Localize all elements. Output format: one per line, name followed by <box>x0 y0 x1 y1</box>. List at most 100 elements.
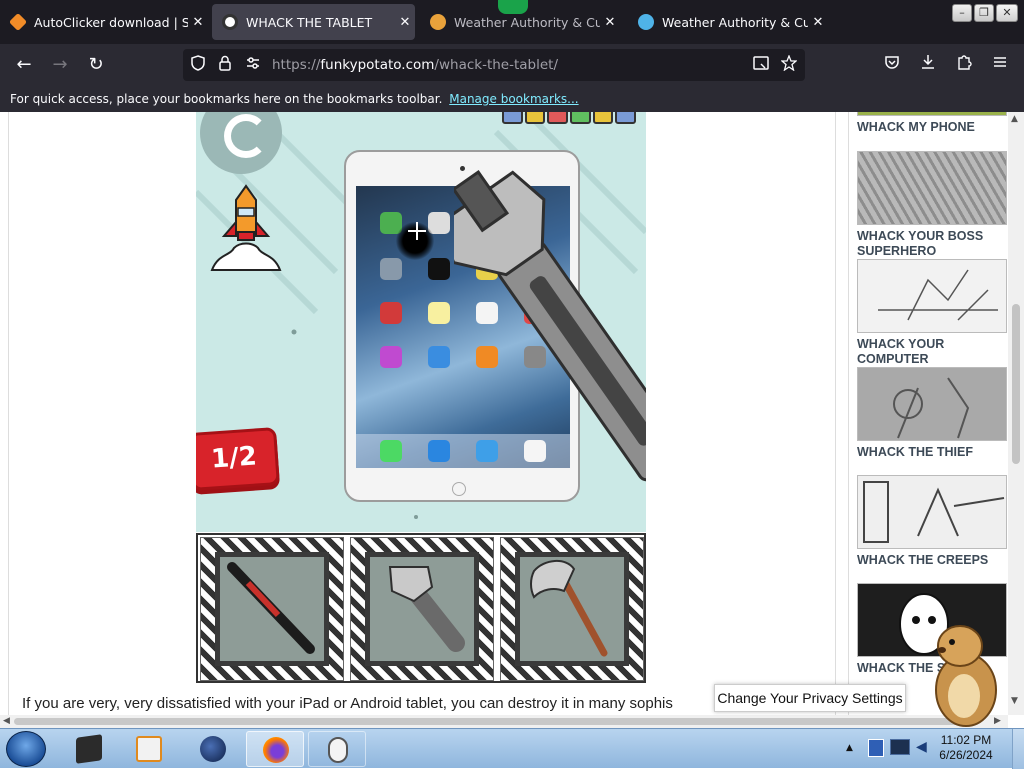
scroll-up-arrow-icon[interactable]: ▲ <box>1011 114 1018 124</box>
sidebar-item-whack-your-computer[interactable]: WHACK YOUR COMPUTER <box>857 259 1007 367</box>
close-tab-icon[interactable]: ✕ <box>808 15 828 30</box>
scroll-down-arrow-icon[interactable]: ▼ <box>1011 696 1018 706</box>
axe-icon <box>530 560 608 657</box>
network-icon[interactable] <box>890 739 910 755</box>
url-domain: funkypotato.com <box>320 57 435 73</box>
reader-view-icon[interactable] <box>753 55 769 75</box>
rocket-icon <box>210 184 282 271</box>
wrench-tool-cursor-icon <box>454 170 646 482</box>
game-thumbnail <box>857 367 1007 441</box>
tool-baseball-bat[interactable] <box>200 537 344 681</box>
show-desktop-button[interactable] <box>1012 729 1024 769</box>
tab-drag-indicator-icon <box>498 0 528 14</box>
globe-icon <box>200 736 226 762</box>
content-divider <box>8 112 9 715</box>
window-controls: – ❐ ✕ <box>952 4 1018 22</box>
firefox-icon <box>263 737 289 763</box>
back-button[interactable]: ← <box>10 52 38 78</box>
thumbnail-sketch <box>878 269 998 321</box>
horizontal-scroll-thumb[interactable] <box>14 718 974 725</box>
close-tab-icon[interactable]: ✕ <box>395 15 415 30</box>
bookmark-star-icon[interactable] <box>780 54 798 75</box>
thumbnail-sketch <box>863 481 1005 543</box>
maximize-button[interactable]: ❐ <box>974 4 994 22</box>
sidebar-item-label: WHACK MY PHONE <box>857 120 975 134</box>
downloads-icon[interactable] <box>914 52 942 78</box>
sourceforge-favicon-icon <box>8 12 28 32</box>
reload-button[interactable]: ↻ <box>82 52 110 78</box>
app-icon <box>428 346 450 368</box>
tool-wrench[interactable] <box>350 537 494 681</box>
menu-icon[interactable] <box>986 52 1014 78</box>
taskbar-app-firefox[interactable] <box>246 731 304 767</box>
app-icon <box>380 346 402 368</box>
start-button[interactable] <box>6 731 46 767</box>
game-thumbnail <box>857 259 1007 333</box>
mouse-icon <box>328 737 348 763</box>
app-icon <box>428 302 450 324</box>
game-thumbnail <box>857 112 1007 116</box>
sidebar-item-whack-your-boss-superhero[interactable]: WHACK YOUR BOSS SUPERHERO <box>857 151 1007 259</box>
article-paragraph: If you are very, very dissatisfied with … <box>22 695 673 712</box>
game-logo <box>502 112 637 124</box>
clock-date: 6/26/2024 <box>939 748 993 762</box>
thumbnail-sketch <box>893 377 970 439</box>
privacy-settings-button[interactable]: Change Your Privacy Settings <box>714 684 906 712</box>
close-tab-icon[interactable]: ✕ <box>600 15 620 30</box>
vertical-scroll-thumb[interactable] <box>1012 304 1020 464</box>
crosshair-cursor <box>408 222 426 240</box>
sidebar-item-whack-the-thief[interactable]: WHACK THE THIEF <box>857 367 1007 460</box>
minimize-button[interactable]: – <box>952 4 972 22</box>
taskbar-app-media-center[interactable] <box>60 731 118 767</box>
close-tab-icon[interactable]: ✕ <box>188 15 208 30</box>
forward-button[interactable]: → <box>46 52 74 78</box>
media-player-icon <box>136 736 162 762</box>
tool-axe[interactable] <box>500 537 644 681</box>
extensions-icon[interactable] <box>950 52 978 78</box>
url-bar[interactable]: https://funkypotato.com/whack-the-tablet… <box>183 49 805 81</box>
sidebar-item-whack-the-creeps[interactable]: WHACK THE CREEPS <box>857 475 1007 568</box>
funkypotato-favicon-icon <box>222 14 238 30</box>
taskbar-app-globe[interactable] <box>184 731 242 767</box>
tab-weather-2[interactable]: Weather Authority & Custom ✕ <box>628 4 828 40</box>
scroll-left-arrow-icon[interactable]: ◀ <box>3 716 10 726</box>
game-canvas[interactable]: 1/2 <box>196 112 646 532</box>
hamster-mascot-icon <box>935 625 997 727</box>
tab-title: WHACK THE TABLET <box>246 14 373 30</box>
sidebar-item-label: WHACK THE CREEPS <box>857 553 989 567</box>
app-icon <box>380 440 402 462</box>
media-center-icon <box>76 734 102 764</box>
show-hidden-icons-icon[interactable]: ▲ <box>846 743 853 753</box>
wrench-icon <box>388 566 465 652</box>
tab-title: Weather Authority & Custom <box>454 14 600 30</box>
close-window-button[interactable]: ✕ <box>996 4 1018 22</box>
manage-bookmarks-link[interactable]: Manage bookmarks... <box>449 92 578 106</box>
vertical-scrollbar[interactable]: ▲ ▼ <box>1008 112 1024 715</box>
tab-whack-the-tablet[interactable]: WHACK THE TABLET ✕ <box>212 4 415 40</box>
windows-taskbar: ▲ ◀ 11:02 PM 6/26/2024 <box>0 728 1024 769</box>
content-divider <box>848 112 849 715</box>
clock-time: 11:02 PM <box>940 733 992 747</box>
weather-favicon-icon <box>430 14 446 30</box>
sidebar-item-label: WHACK YOUR COMPUTER <box>857 337 945 366</box>
pocket-icon[interactable] <box>878 52 906 78</box>
horizontal-scrollbar[interactable]: ◀ ▶ <box>0 715 1008 728</box>
game-thumbnail <box>857 475 1007 549</box>
taskbar-app-media-player[interactable] <box>120 731 178 767</box>
action-center-flag-icon[interactable] <box>868 739 884 757</box>
tab-title: Weather Authority & Custom <box>662 14 808 30</box>
shield-icon[interactable] <box>191 55 205 75</box>
sidebar-item-label: WHACK THE THIEF <box>857 445 973 459</box>
game-thumbnail <box>857 151 1007 225</box>
url-text[interactable]: https://funkypotato.com/whack-the-tablet… <box>272 57 558 73</box>
site-permissions-icon[interactable] <box>245 55 261 75</box>
navigation-toolbar: ← → ↻ https://funkypotato.com/whack-the-… <box>0 44 1024 86</box>
lock-icon[interactable] <box>219 55 231 75</box>
app-icon <box>428 440 450 462</box>
taskbar-app-autoclicker[interactable] <box>308 731 366 767</box>
weather-favicon-icon <box>638 14 654 30</box>
sidebar-item-whack-my-phone[interactable]: WHACK MY PHONE <box>857 112 1007 135</box>
bookmarks-toolbar: For quick access, place your bookmarks h… <box>0 86 1024 112</box>
taskbar-clock[interactable]: 11:02 PM 6/26/2024 <box>926 733 1006 763</box>
tab-autoclicker[interactable]: AutoClicker download | Sour ✕ <box>0 4 208 40</box>
